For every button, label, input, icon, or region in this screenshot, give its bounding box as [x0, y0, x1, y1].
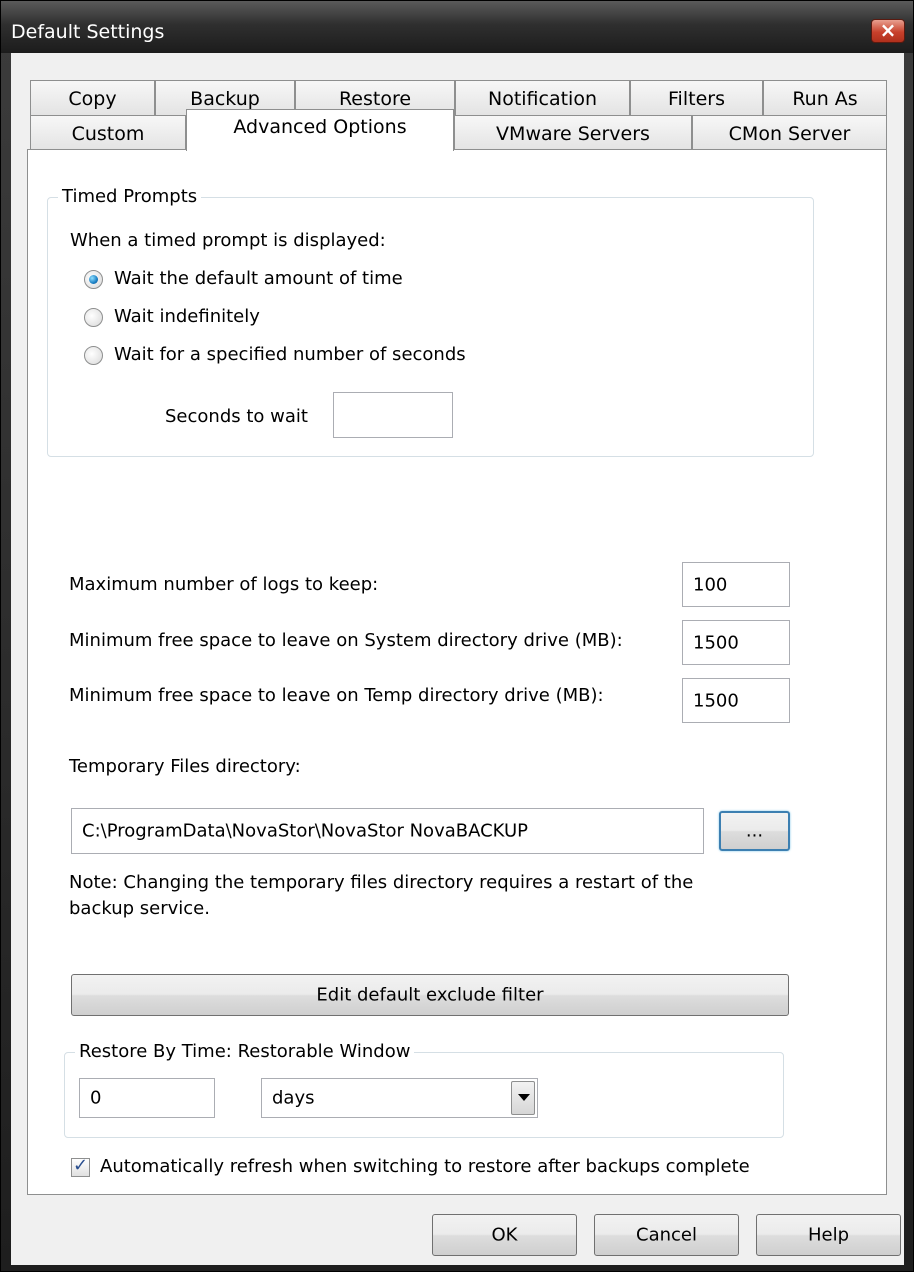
radio-wait-seconds[interactable]	[84, 346, 103, 365]
tab-label: Backup	[190, 88, 260, 110]
tab-label: Filters	[668, 88, 725, 110]
min-system-space-label: Minimum free space to leave on System di…	[69, 630, 623, 651]
min-system-space-input[interactable]: 1500	[682, 620, 790, 665]
button-label: Help	[807, 1224, 850, 1246]
temp-dir-note-line2: backup service.	[69, 898, 210, 919]
select-value: days	[272, 1087, 315, 1109]
temp-dir-label: Temporary Files directory:	[69, 756, 301, 777]
button-label: ...	[745, 820, 764, 842]
checkmark-icon: ✓	[73, 1155, 89, 1176]
button-label: OK	[491, 1224, 518, 1246]
cancel-button[interactable]: Cancel	[594, 1214, 739, 1256]
max-logs-input[interactable]: 100	[682, 562, 790, 607]
tab-copy[interactable]: Copy	[30, 80, 155, 116]
tab-notification[interactable]: Notification	[455, 80, 630, 116]
ok-button[interactable]: OK	[432, 1214, 577, 1256]
restore-by-time-group: Restore By Time: Restorable Window 0 day…	[64, 1041, 784, 1138]
min-temp-space-label: Minimum free space to leave on Temp dire…	[69, 685, 604, 706]
window-title: Default Settings	[11, 21, 165, 43]
tab-label: Restore	[338, 88, 412, 110]
radio-label[interactable]: Wait the default amount of time	[114, 268, 403, 289]
tab-vmware-servers[interactable]: VMware Servers	[454, 115, 692, 151]
button-label: Cancel	[636, 1224, 697, 1246]
radio-wait-indefinitely[interactable]	[84, 308, 103, 327]
restore-window-input[interactable]: 0	[79, 1078, 215, 1118]
input-value: C:\ProgramData\NovaStor\NovaStor NovaBAC…	[82, 820, 529, 842]
chevron-down-icon[interactable]	[511, 1081, 535, 1115]
auto-refresh-checkbox[interactable]: ✓	[71, 1155, 90, 1177]
radio-label[interactable]: Wait indefinitely	[114, 306, 260, 327]
dialog-client-area: Copy Backup Restore Notification Filters…	[11, 53, 904, 1265]
tab-advanced-options[interactable]: Advanced Options	[186, 109, 454, 151]
max-logs-label: Maximum number of logs to keep:	[69, 574, 379, 595]
tab-label: Custom	[71, 123, 145, 145]
timed-prompts-group: Timed Prompts When a timed prompt is dis…	[47, 186, 814, 457]
group-title: Timed Prompts	[58, 186, 202, 207]
timed-prompt-intro: When a timed prompt is displayed:	[70, 230, 386, 251]
close-button[interactable]: ×	[871, 18, 905, 43]
edit-exclude-filter-button[interactable]: Edit default exclude filter	[71, 974, 789, 1016]
tab-cmon-server[interactable]: CMon Server	[692, 115, 887, 151]
radio-wait-default[interactable]	[84, 270, 103, 289]
tab-label: Notification	[487, 88, 598, 110]
help-button[interactable]: Help	[756, 1214, 901, 1256]
restore-window-unit-select[interactable]: days	[261, 1078, 538, 1118]
button-label: Edit default exclude filter	[316, 984, 544, 1006]
tab-label: VMware Servers	[496, 123, 650, 145]
default-settings-window: Default Settings × Copy Backup Restore N…	[0, 0, 914, 1272]
seconds-to-wait-input[interactable]	[333, 392, 453, 438]
input-value: 1500	[693, 632, 739, 653]
radio-label[interactable]: Wait for a specified number of seconds	[114, 344, 466, 365]
min-temp-space-input[interactable]: 1500	[682, 678, 790, 723]
browse-button[interactable]: ...	[719, 811, 790, 851]
input-value: 1500	[693, 690, 739, 711]
close-icon: ×	[879, 18, 897, 42]
input-value: 100	[693, 574, 728, 595]
auto-refresh-label[interactable]: Automatically refresh when switching to …	[100, 1156, 750, 1177]
tab-label: CMon Server	[728, 123, 851, 145]
title-bar[interactable]: Default Settings ×	[1, 1, 913, 53]
tab-label: Advanced Options	[233, 116, 407, 138]
advanced-options-panel: Timed Prompts When a timed prompt is dis…	[27, 149, 887, 1195]
input-value: 0	[90, 1087, 102, 1109]
temp-dir-input[interactable]: C:\ProgramData\NovaStor\NovaStor NovaBAC…	[71, 808, 704, 854]
tab-label: Run As	[792, 88, 858, 110]
tab-filters[interactable]: Filters	[630, 80, 763, 116]
tab-custom[interactable]: Custom	[30, 115, 186, 151]
temp-dir-note-line1: Note: Changing the temporary files direc…	[69, 872, 694, 893]
group-title: Restore By Time: Restorable Window	[75, 1041, 415, 1062]
tab-label: Copy	[68, 88, 117, 110]
tab-run-as[interactable]: Run As	[763, 80, 887, 116]
seconds-to-wait-label: Seconds to wait	[165, 406, 308, 427]
